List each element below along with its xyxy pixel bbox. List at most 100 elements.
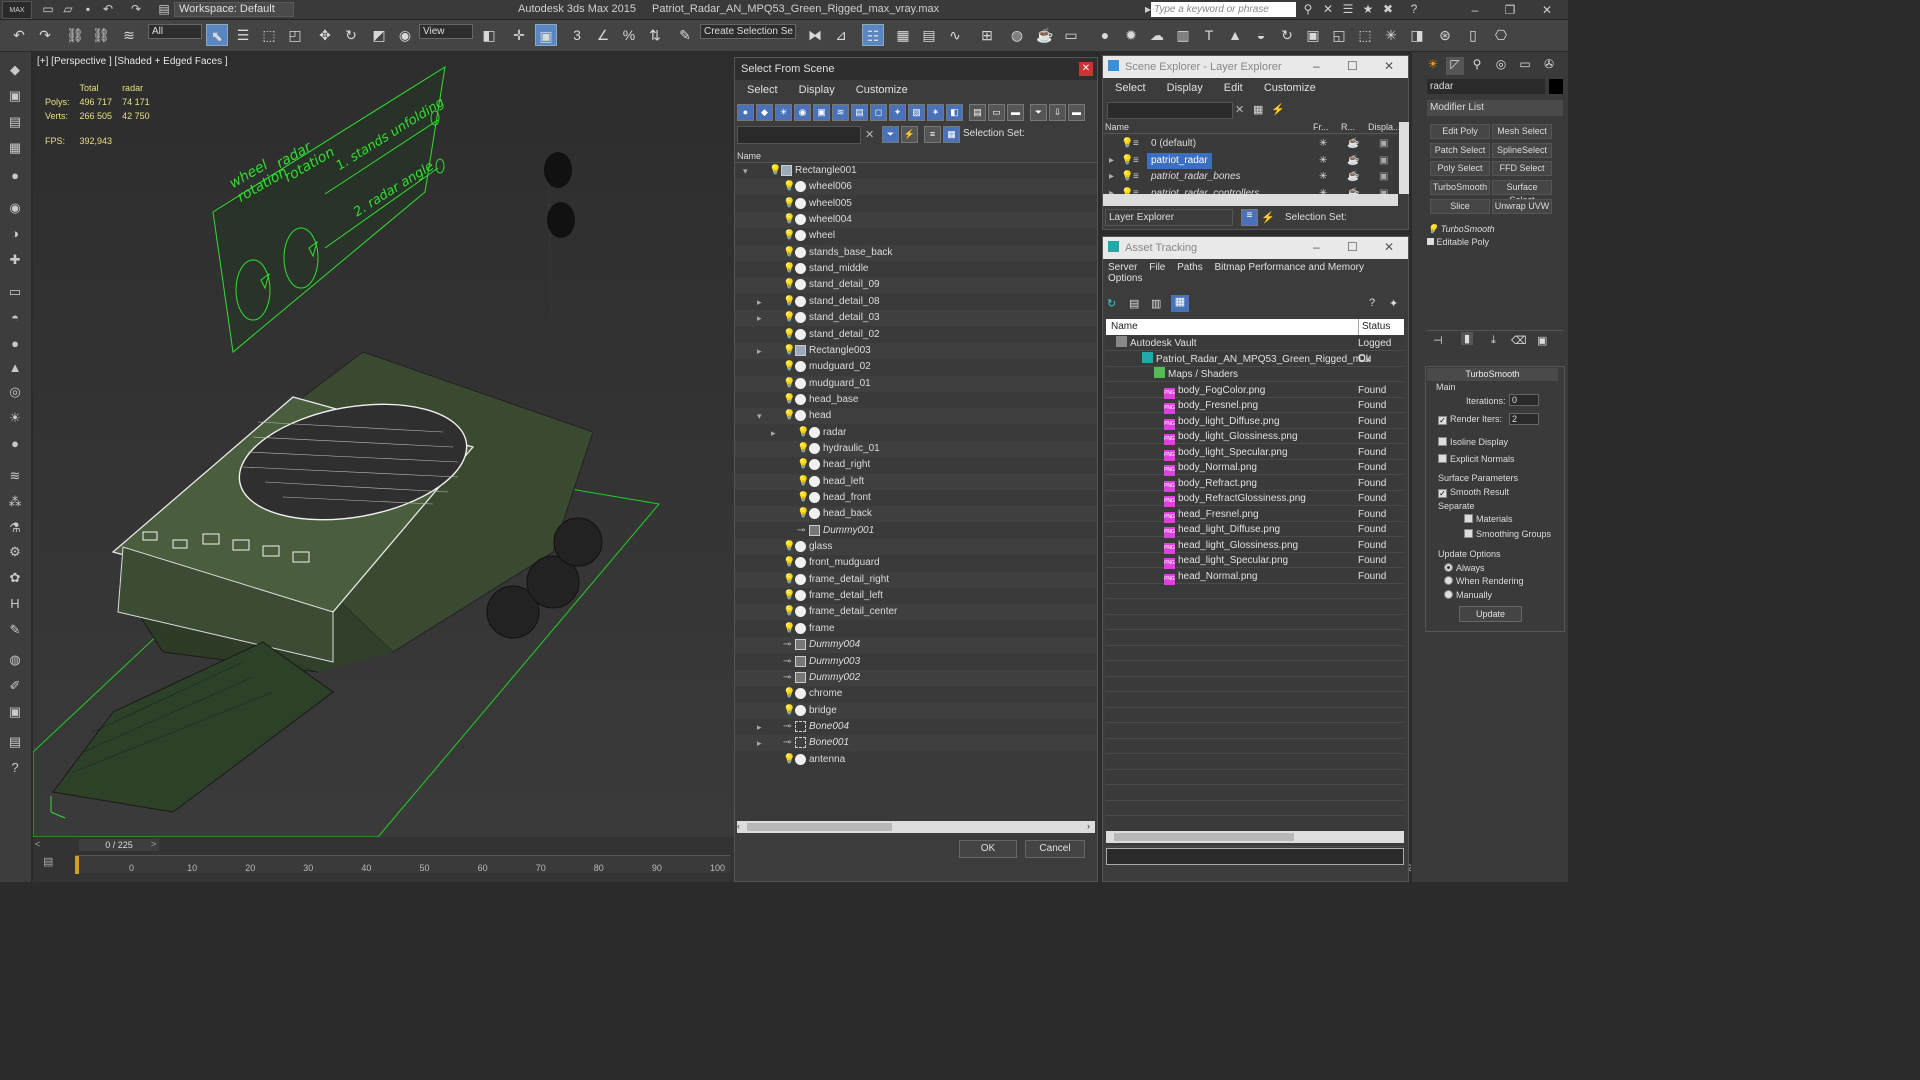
- link-icon[interactable]: ⛓: [64, 24, 86, 46]
- rig-icon[interactable]: ⚗: [5, 518, 25, 538]
- place-icon[interactable]: ◉: [394, 24, 416, 46]
- restore-window-icon[interactable]: ❐: [1495, 2, 1525, 18]
- asset-path-field[interactable]: [1106, 848, 1404, 865]
- horizontal-scrollbar[interactable]: [737, 821, 1095, 833]
- system-icon[interactable]: ✚: [5, 250, 25, 270]
- asset-row[interactable]: PNG head_Fresnel.png Found: [1106, 507, 1404, 523]
- graphite-tools-icon[interactable]: ▤: [918, 24, 940, 46]
- visibility-bulb-icon[interactable]: 💡: [783, 392, 795, 408]
- unlink-icon[interactable]: ⛓: [90, 24, 112, 46]
- create-shape-icon[interactable]: ◆: [5, 60, 25, 80]
- dome-icon[interactable]: ◓: [5, 308, 25, 328]
- asset-row[interactable]: Maps / Shaders: [1106, 367, 1404, 382]
- scene-tree-row[interactable]: 💡 head_left: [735, 473, 1097, 490]
- vertical-scrollbar[interactable]: [1399, 122, 1409, 194]
- visibility-bulb-icon[interactable]: ⊸: [783, 670, 793, 686]
- schematic-view-icon[interactable]: ⊞: [976, 24, 998, 46]
- explorer-mode-dropdown[interactable]: Layer Explorer: [1105, 209, 1233, 226]
- visibility-bulb-icon[interactable]: 💡: [1121, 169, 1133, 185]
- turbosmooth-button[interactable]: TurboSmooth: [1430, 180, 1490, 195]
- make-unique-icon[interactable]: ⤓: [1491, 334, 1496, 347]
- render-iters-spinner[interactable]: 2: [1509, 413, 1539, 425]
- filter-lights-icon[interactable]: ☀: [775, 104, 792, 121]
- scene-tree-row[interactable]: 💡 frame_detail_left: [735, 588, 1097, 604]
- camera-icon[interactable]: ◉: [5, 198, 25, 218]
- spinner-snap-icon[interactable]: ⇅: [644, 24, 666, 46]
- expand-toggle-icon[interactable]: ▸: [757, 735, 767, 751]
- manually-radio[interactable]: Manually: [1444, 590, 1492, 600]
- scene-tree-row[interactable]: ▸ ⊸ Bone004: [735, 719, 1097, 735]
- layer-row[interactable]: ▸ 💡 ≡ patriot_radar ✳ ☕ ▣: [1103, 152, 1398, 169]
- menu-select[interactable]: Select: [1115, 78, 1146, 98]
- favorites-star-icon[interactable]: ★: [1360, 2, 1376, 17]
- asset-row[interactable]: PNG head_light_Diffuse.png Found: [1106, 522, 1404, 538]
- minimize-icon[interactable]: –: [1313, 59, 1320, 73]
- visibility-bulb-icon[interactable]: 💡: [783, 228, 795, 244]
- menu-paths[interactable]: Paths: [1177, 262, 1203, 273]
- render-iters-checkbox[interactable]: ✓ Render Iters:: [1438, 414, 1502, 425]
- list-view-icon[interactable]: ▤: [1129, 297, 1139, 310]
- scene-tree-row[interactable]: ▸ 💡 stand_detail_08: [735, 294, 1097, 310]
- sort-icon[interactable]: ⇩: [1049, 104, 1066, 121]
- vfb-icon[interactable]: ▣: [1302, 24, 1324, 46]
- vray-icon[interactable]: ☁: [1146, 24, 1168, 46]
- bind-spacewarp-icon[interactable]: ≋: [118, 24, 140, 46]
- scene-tree-row[interactable]: 💡 mudguard_02: [735, 359, 1097, 375]
- select-none-icon[interactable]: ▭: [988, 104, 1005, 121]
- asset-row[interactable]: Autodesk Vault Logged Ou: [1106, 336, 1404, 364]
- pivot-center-icon[interactable]: ◧: [478, 24, 500, 46]
- options-icon[interactable]: ▬: [1068, 104, 1085, 121]
- filter-groups-icon[interactable]: ▤: [851, 104, 868, 121]
- select-by-name-icon[interactable]: ☰: [232, 24, 254, 46]
- object-name-field[interactable]: radar: [1427, 79, 1545, 94]
- keyboard-shortcut-toggle-icon[interactable]: ▣: [535, 24, 557, 46]
- asset-row[interactable]: PNG head_Normal.png Found: [1106, 569, 1404, 585]
- filter-hidden-icon[interactable]: ◧: [946, 104, 963, 121]
- edit-icon[interactable]: ✐: [5, 676, 25, 696]
- visibility-bulb-icon[interactable]: 💡: [783, 196, 795, 212]
- asset-row[interactable]: PNG body_Fresnel.png Found: [1106, 398, 1404, 414]
- expand-toggle-icon[interactable]: ▸: [771, 425, 781, 441]
- when-rendering-radio[interactable]: When Rendering: [1444, 576, 1524, 586]
- reference-coord-dropdown[interactable]: View: [419, 24, 473, 39]
- layer-search-input[interactable]: [1107, 102, 1233, 119]
- timeline-track[interactable]: [75, 855, 730, 874]
- freeze-icon[interactable]: ✳: [1319, 169, 1327, 185]
- edit-poly-button[interactable]: Edit Poly: [1430, 124, 1490, 139]
- tool-a-icon[interactable]: ⬚: [1354, 24, 1376, 46]
- visibility-bulb-icon[interactable]: 💡: [783, 343, 795, 359]
- asset-row[interactable]: Patriot_Radar_AN_MPQ53_Green_Rigged_m...…: [1106, 351, 1404, 367]
- col-name[interactable]: Name: [1105, 122, 1129, 132]
- scene-tree-row[interactable]: 💡 frame_detail_right: [735, 571, 1097, 588]
- layers-icon[interactable]: ≡: [924, 126, 941, 143]
- undo-icon[interactable]: ↶: [100, 2, 116, 17]
- expand-toggle-icon[interactable]: ▸: [757, 294, 767, 310]
- selection-filter-dropdown[interactable]: All: [148, 24, 202, 39]
- select-invert-icon[interactable]: ▬: [1007, 104, 1024, 121]
- redo-icon[interactable]: ↷: [34, 24, 56, 46]
- undo-icon[interactable]: ↶: [8, 24, 30, 46]
- scene-tree-row[interactable]: ⊸ Dummy002: [735, 669, 1097, 686]
- keyword-search-input[interactable]: Type a keyword or phrase: [1151, 2, 1296, 17]
- render-icon[interactable]: ☕: [1347, 153, 1359, 169]
- scene-tree-row[interactable]: 💡 wheel005: [735, 196, 1097, 212]
- visibility-bulb-icon[interactable]: 💡: [783, 588, 795, 604]
- close-icon[interactable]: ✕: [1384, 59, 1394, 73]
- display-icon[interactable]: ▣: [1379, 136, 1388, 152]
- materials-checkbox[interactable]: Materials: [1464, 514, 1513, 524]
- align-icon[interactable]: ⊿: [830, 24, 852, 46]
- menu-display[interactable]: Display: [799, 80, 835, 100]
- visibility-bulb-icon[interactable]: 💡: [783, 212, 795, 228]
- menu-select[interactable]: Select: [747, 80, 778, 100]
- selection-set-icon[interactable]: ▦: [943, 126, 960, 143]
- prev-frame-icon[interactable]: <: [35, 839, 40, 849]
- visibility-bulb-icon[interactable]: 💡: [783, 294, 795, 310]
- tool-e-icon[interactable]: ▯: [1462, 24, 1484, 46]
- hierarchy-tab-icon[interactable]: ⚲: [1468, 57, 1486, 75]
- close-icon[interactable]: ✕: [1079, 62, 1093, 76]
- expand-toggle-icon[interactable]: ▸: [757, 719, 767, 735]
- scene-tree-row[interactable]: ⊸ Dummy003: [735, 654, 1097, 670]
- visibility-bulb-icon[interactable]: ⊸: [797, 523, 807, 539]
- col-render[interactable]: R...: [1341, 122, 1355, 132]
- scene-tree-row[interactable]: 💡 antenna: [735, 752, 1097, 768]
